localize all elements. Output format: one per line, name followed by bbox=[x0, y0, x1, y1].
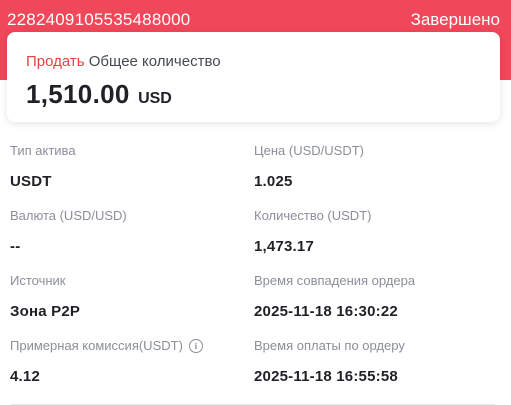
field-source: Источник Зона P2P bbox=[10, 273, 80, 320]
field-fiat-currency: Валюта (USD/USD) -- bbox=[10, 208, 127, 255]
order-status: Завершено bbox=[410, 10, 500, 29]
field-value: 2025-11-18 16:55:58 bbox=[254, 368, 398, 385]
field-value: 1.025 bbox=[254, 173, 293, 190]
field-asset-type: Тип актива USDT bbox=[10, 143, 76, 190]
field-value: USDT bbox=[10, 173, 52, 190]
field-value: -- bbox=[10, 238, 21, 255]
order-id: 2282409105535488000 bbox=[7, 10, 191, 29]
trade-side-label: Продать bbox=[26, 53, 85, 70]
field-label: Тип актива bbox=[10, 143, 76, 158]
field-fee: Примерная комиссия(USDT) i 4.12 bbox=[10, 338, 203, 385]
field-label: Валюта (USD/USD) bbox=[10, 208, 127, 223]
field-quantity: Количество (USDT) 1,473.17 bbox=[254, 208, 371, 255]
field-value: 2025-11-18 16:30:22 bbox=[254, 303, 398, 320]
field-label: Цена (USD/USDT) bbox=[254, 143, 364, 158]
field-value: 4.12 bbox=[10, 368, 40, 385]
field-label: Примерная комиссия(USDT) bbox=[10, 338, 183, 353]
field-value: 1,473.17 bbox=[254, 238, 314, 255]
field-price: Цена (USD/USDT) 1.025 bbox=[254, 143, 364, 190]
field-payment-time: Время оплаты по ордеру 2025-11-18 16:55:… bbox=[254, 338, 405, 385]
info-icon[interactable]: i bbox=[188, 338, 203, 353]
total-currency: USD bbox=[138, 90, 172, 107]
field-value: Зона P2P bbox=[10, 303, 81, 320]
order-summary-card: Продать Общее количество 1,510.00 USD bbox=[7, 32, 500, 122]
total-amount: 1,510.00 bbox=[26, 79, 130, 109]
field-label: Количество (USDT) bbox=[254, 208, 372, 223]
total-amount-row: 1,510.00 USD bbox=[26, 79, 172, 110]
total-quantity-label: Общее количество bbox=[88, 53, 221, 70]
summary-label-row: Продать Общее количество bbox=[26, 53, 221, 70]
field-label: Время совпадения ордера bbox=[254, 273, 416, 288]
field-match-time: Время совпадения ордера 2025-11-18 16:30… bbox=[254, 273, 415, 320]
fee-label-row: Примерная комиссия(USDT) i bbox=[10, 338, 203, 353]
field-label: Источник bbox=[10, 273, 66, 288]
field-label: Время оплаты по ордеру bbox=[254, 338, 405, 353]
